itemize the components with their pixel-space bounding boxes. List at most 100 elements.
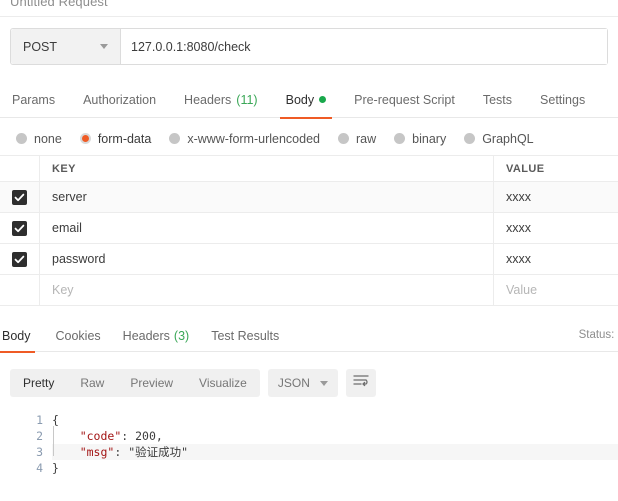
row-value-cell[interactable]: xxxx [494,182,618,212]
tab-headers-count: (11) [236,92,258,107]
view-mode-raw[interactable]: Raw [67,369,117,397]
code-line: "code": 200, [79,429,163,443]
row-value-cell[interactable]: xxxx [494,213,618,243]
view-mode-visualize-label: Visualize [199,376,247,390]
view-mode-pretty-label: Pretty [23,376,55,390]
body-type-radio-group: none form-data x-www-form-urlencoded raw… [0,122,618,156]
radio-x-www-form-urlencoded[interactable]: x-www-form-urlencoded [169,132,320,146]
response-body-code[interactable]: { "code": 200, "msg": "验证成功" } [52,406,618,501]
radio-graphql-label: GraphQL [482,131,534,146]
row-key-cell[interactable]: password [40,244,494,274]
line-number-gutter: 1 2 3 4 [0,406,52,501]
view-mode-pretty[interactable]: Pretty [10,369,67,397]
response-view-toolbar: Pretty Raw Preview Visualize JSON [0,360,618,406]
tab-headers[interactable]: Headers (11) [170,82,272,118]
checkbox-checked-icon[interactable] [12,251,27,267]
response-tab-cookies-label: Cookies [55,328,101,343]
row-check-cell [0,182,40,212]
request-title: Untitled Request [10,0,108,9]
row-value-text: xxxx [506,190,531,204]
url-input[interactable]: 127.0.0.1:8080/check [121,29,607,64]
radio-icon [394,133,406,144]
view-mode-visualize[interactable]: Visualize [186,369,260,397]
row-key-text: email [52,221,82,235]
tab-settings-label: Settings [540,92,586,107]
response-tab-cookies[interactable]: Cookies [45,320,112,352]
radio-raw[interactable]: raw [338,132,376,146]
status-badge: Status: 2 [579,329,618,341]
radio-none[interactable]: none [16,132,62,146]
radio-icon [16,133,27,144]
response-tab-test-results-label: Test Results [211,328,280,343]
row-check-cell [0,275,40,305]
response-tab-body[interactable]: Body [0,320,45,353]
radio-binary-label: binary [412,131,447,146]
radio-graphql[interactable]: GraphQL [464,131,534,146]
line-number: 1 [36,413,43,427]
radio-icon [464,133,476,144]
line-number: 4 [36,461,43,475]
chevron-down-icon [100,44,108,49]
code-fold-guide [53,426,54,456]
radio-selected-icon [79,133,91,144]
code-line: { [52,413,59,427]
tab-tests[interactable]: Tests [469,82,526,118]
table-empty-row[interactable]: Key Value [0,275,618,306]
checkbox-checked-icon[interactable] [12,220,27,236]
body-modified-dot-icon [319,96,327,103]
request-tabs: Params Authorization Headers (11) Body P… [0,82,618,119]
view-mode-raw-label: Raw [80,376,105,390]
radio-none-label: none [34,131,62,146]
tab-pre-request-script[interactable]: Pre-request Script [340,82,469,118]
row-key-text: password [52,252,106,266]
title-divider [0,16,618,17]
chevron-down-icon [319,380,328,386]
line-number: 3 [36,445,43,459]
tab-authorization[interactable]: Authorization [69,82,170,118]
url-bar: POST 127.0.0.1:8080/check [10,28,608,65]
tab-headers-label: Headers [184,92,232,107]
format-label: JSON [277,376,310,390]
radio-icon [169,133,181,144]
table-row[interactable]: password xxxx [0,244,618,275]
tab-body[interactable]: Body [272,82,341,119]
line-number: 2 [36,429,43,443]
response-tab-test-results[interactable]: Test Results [200,320,290,352]
row-value-text: xxxx [506,252,531,266]
row-value-text: xxxx [506,221,531,235]
tab-body-label: Body [285,92,315,107]
view-mode-preview[interactable]: Preview [117,369,186,397]
radio-raw-label: raw [356,131,377,146]
http-method-dropdown[interactable]: POST [11,29,121,64]
header-value-label: VALUE [506,162,545,175]
header-key-cell: KEY [40,156,494,181]
postman-request-response-pane: Untitled Request POST 127.0.0.1:8080/che… [0,0,618,501]
table-row[interactable]: email xxxx [0,213,618,244]
radio-binary[interactable]: binary [394,132,446,146]
response-tab-headers-label: Headers [122,328,170,343]
checkbox-checked-icon[interactable] [12,189,27,205]
radio-icon [338,133,349,144]
response-tab-body-label: Body [2,328,31,343]
radio-form-data[interactable]: form-data [79,131,152,146]
response-tab-headers[interactable]: Headers (3) [112,320,201,352]
tab-pre-request-script-label: Pre-request Script [354,92,455,107]
row-key-cell[interactable]: server [40,182,494,212]
row-value-cell[interactable]: xxxx [494,244,618,274]
radio-form-data-label: form-data [97,131,152,146]
row-key-cell[interactable]: email [40,213,494,243]
table-row[interactable]: server xxxx [0,182,618,213]
header-check-cell [0,156,40,181]
header-key-label: KEY [52,162,76,175]
new-value-input[interactable]: Value [494,275,618,305]
http-method-label: POST [23,39,58,54]
tab-params[interactable]: Params [0,82,69,118]
row-check-cell [0,213,40,243]
format-dropdown[interactable]: JSON [267,369,338,397]
header-value-cell: VALUE [494,156,618,181]
new-key-input[interactable]: Key [40,275,494,305]
tab-settings[interactable]: Settings [526,82,599,118]
view-mode-group: Pretty Raw Preview Visualize [10,369,260,397]
radio-x-www-form-urlencoded-label: x-www-form-urlencoded [187,131,320,146]
word-wrap-button[interactable] [345,369,376,397]
